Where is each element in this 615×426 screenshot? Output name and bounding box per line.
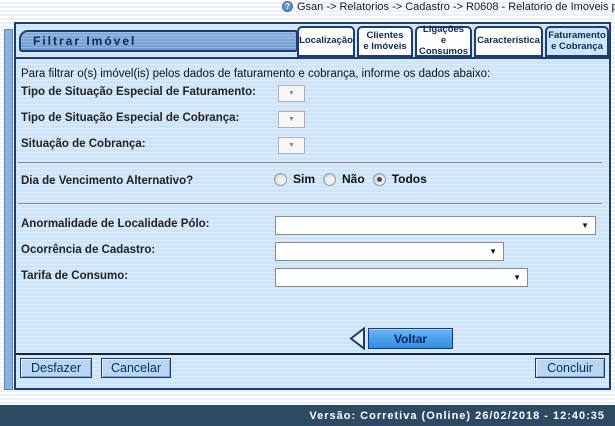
radio-option-nao[interactable]: Não	[323, 172, 365, 186]
separator	[18, 203, 602, 204]
voltar-button[interactable]: Voltar	[368, 328, 453, 349]
tab-faturamento-e-cobranca[interactable]: Faturamento e Cobrança	[545, 26, 609, 57]
gsan-filter-screen: ? Gsan -> Relatorios -> Cadastro -> R060…	[0, 0, 615, 426]
select-tarifa-consumo[interactable]: ▼	[275, 268, 528, 287]
select-ocorrencia-cadastro[interactable]: ▼	[275, 242, 504, 261]
help-icon[interactable]: ?	[282, 1, 293, 12]
instruction-text: Para filtrar o(s) imóvel(is) pelos dados…	[21, 68, 490, 80]
footer-separator	[16, 353, 609, 355]
label-ocorrencia-cadastro: Ocorrência de Cadastro:	[21, 244, 155, 256]
tabs-baseline	[16, 57, 609, 59]
radio-nao[interactable]	[323, 173, 336, 186]
tab-ligacoes-e-consumos[interactable]: Ligações e Consumos	[415, 26, 472, 57]
label-situacao-cobranca: Situação de Cobrança:	[21, 138, 146, 150]
separator	[18, 162, 602, 163]
label-tipo-situacao-faturamento: Tipo de Situação Especial de Faturamento…	[21, 86, 256, 98]
version-text: Versão: Corretiva (Online) 26/02/2018 - …	[309, 410, 605, 422]
select-tipo-situacao-cobranca[interactable]: ▼	[278, 111, 305, 128]
chevron-down-icon: ▼	[288, 90, 295, 97]
chevron-down-icon: ▼	[489, 247, 497, 256]
radio-group-dia-vencimento: Sim Não Todos	[274, 172, 427, 186]
page-title: Filtrar Imóvel	[19, 30, 298, 52]
chevron-down-icon: ▼	[513, 273, 521, 282]
radio-option-sim[interactable]: Sim	[274, 172, 315, 186]
chevron-down-icon: ▼	[288, 116, 295, 123]
label-anormalidade-localidade-polo: Anormalidade de Localidade Pólo:	[21, 218, 210, 230]
select-tipo-situacao-faturamento[interactable]: ▼	[278, 85, 305, 102]
status-bar: Versão: Corretiva (Online) 26/02/2018 - …	[0, 405, 615, 426]
back-arrow-icon	[349, 327, 366, 350]
radio-sim[interactable]	[274, 173, 287, 186]
desfazer-button[interactable]: Desfazer	[20, 358, 92, 378]
chevron-down-icon: ▼	[581, 221, 589, 230]
radio-option-todos[interactable]: Todos	[373, 172, 427, 186]
label-dia-vencimento-alternativo: Dia de Vencimento Alternativo?	[21, 175, 193, 187]
label-tarifa-consumo: Tarifa de Consumo:	[21, 270, 128, 282]
page-title-label: Filtrar Imóvel	[33, 34, 136, 48]
tab-clientes-e-imoveis[interactable]: Clientes e Imóveis	[357, 26, 413, 57]
breadcrumb-text: Gsan -> Relatorios -> Cadastro -> R0608 …	[297, 1, 615, 13]
select-situacao-cobranca[interactable]: ▼	[278, 137, 305, 154]
left-decoration-bar	[4, 29, 13, 390]
concluir-button[interactable]: Concluir	[535, 358, 605, 378]
select-anormalidade-localidade-polo[interactable]: ▼	[275, 216, 596, 235]
label-tipo-situacao-cobranca: Tipo de Situação Especial de Cobrança:	[21, 112, 239, 124]
tab-caracteristica[interactable]: Característica	[474, 26, 543, 57]
cancelar-button[interactable]: Cancelar	[101, 358, 171, 378]
tab-localizacao[interactable]: Localização	[297, 26, 355, 57]
filter-panel: Filtrar Imóvel Localização Clientes e Im…	[14, 22, 611, 390]
radio-todos[interactable]	[373, 173, 386, 186]
breadcrumb: ? Gsan -> Relatorios -> Cadastro -> R060…	[282, 0, 615, 13]
chevron-down-icon: ▼	[288, 142, 295, 149]
